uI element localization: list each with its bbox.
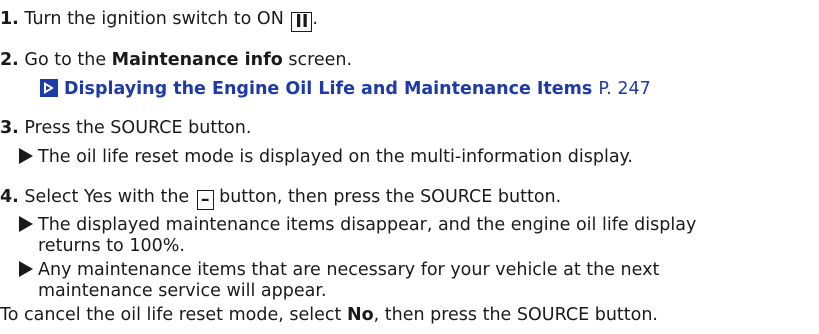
step-text: Select Yes with the	[24, 187, 190, 207]
step-text: Press the SOURCE button.	[24, 118, 252, 138]
no-option: No	[346, 305, 374, 325]
step-text-end: .	[312, 9, 318, 29]
result-text: The displayed maintenance items disappea…	[38, 215, 697, 235]
step-text-end: button, then press the SOURCE button.	[219, 187, 562, 207]
result-text: The oil life reset mode is displayed on …	[38, 147, 633, 167]
minus-button-key: –	[196, 190, 214, 210]
note-text-end: , then press the SOURCE button.	[373, 305, 658, 325]
screen-name: Maintenance info	[111, 50, 283, 70]
step-text-end: screen.	[288, 50, 353, 70]
result-arrow-icon	[19, 216, 33, 232]
result-arrow-icon	[19, 148, 33, 164]
cancel-note: To cancel the oil life reset mode, selec…	[0, 304, 658, 326]
note-text: To cancel the oil life reset mode, selec…	[0, 305, 342, 325]
reference-page: P. 247	[598, 79, 651, 99]
cross-reference-link[interactable]: Displaying the Engine Oil Life and Maint…	[40, 78, 651, 100]
step-4-result-2-cont: maintenance service will appear.	[38, 280, 327, 302]
step-number: 2.	[0, 50, 19, 70]
step-text: Turn the ignition switch to ON	[24, 9, 284, 29]
step-4-result-1-cont: returns to 100%.	[38, 235, 185, 257]
step-3-result: The oil life reset mode is displayed on …	[19, 146, 633, 168]
step-number: 1.	[0, 9, 19, 29]
step-4: 4. Select Yes with the – button, then pr…	[0, 186, 561, 210]
step-number: 3.	[0, 118, 19, 138]
result-text: returns to 100%.	[38, 236, 185, 256]
reference-title: Displaying the Engine Oil Life and Maint…	[64, 79, 593, 99]
step-number: 4.	[0, 187, 19, 207]
step-4-result-1: The displayed maintenance items disappea…	[19, 214, 696, 236]
step-4-result-2: Any maintenance items that are necessary…	[19, 259, 659, 281]
ignition-position-key: II	[291, 12, 313, 32]
step-text: Go to the	[24, 50, 107, 70]
step-2: 2. Go to the Maintenance info screen.	[0, 49, 352, 71]
step-1: 1. Turn the ignition switch to ON II.	[0, 8, 318, 32]
result-arrow-icon	[19, 261, 33, 277]
reference-arrow-icon	[40, 79, 58, 97]
step-3: 3. Press the SOURCE button.	[0, 117, 251, 139]
result-text: Any maintenance items that are necessary…	[38, 260, 660, 280]
result-text: maintenance service will appear.	[38, 281, 327, 301]
